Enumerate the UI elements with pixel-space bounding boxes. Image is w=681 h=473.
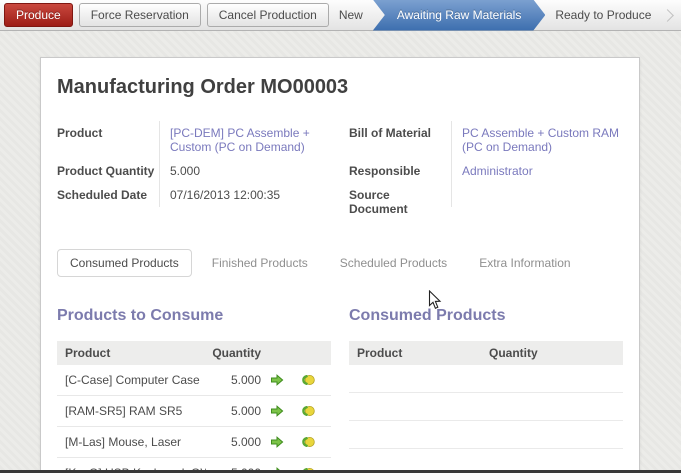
empty-row [349, 421, 623, 449]
consume-icon[interactable] [261, 435, 292, 449]
column-header-actions [261, 346, 323, 360]
notebook-tabs: Consumed Products Finished Products Sche… [57, 249, 623, 277]
responsible-value[interactable]: Administrator [451, 159, 623, 183]
scheduled-date-label: Scheduled Date [57, 183, 159, 207]
toolbar: Produce Force Reservation Cancel Product… [0, 0, 681, 31]
table-row[interactable]: [C-Case] Computer Case5.000 [57, 365, 331, 395]
cancel-production-button[interactable]: Cancel Production [207, 3, 329, 27]
quantity-cell: 5.000 [206, 404, 261, 418]
quantity-cell: 5.000 [206, 435, 261, 449]
product-cell: [C-Case] Computer Case [65, 373, 206, 387]
table-row[interactable]: [M-Las] Mouse, Laser5.000 [57, 426, 331, 457]
product-quantity-label: Product Quantity [57, 159, 159, 183]
column-header-product: Product [65, 346, 206, 360]
column-header-quantity: Quantity [206, 346, 261, 360]
consumed-products-table: Product Quantity [349, 341, 623, 449]
form-sheet: Manufacturing Order MO00003 Product [PC-… [40, 57, 640, 473]
consumed-table-body [349, 365, 623, 449]
table-row[interactable]: [RAM-SR5] RAM SR55.000 [57, 395, 331, 426]
tab-finished-products[interactable]: Finished Products [200, 250, 320, 276]
section-heading: Products to Consume [57, 307, 331, 325]
chevron-right-icon [662, 9, 675, 22]
empty-row [349, 365, 623, 393]
section-heading: Consumed Products [349, 307, 623, 325]
field-groups: Product [PC-DEM] PC Assemble + Custom (P… [57, 121, 623, 221]
consumed-products-section: Consumed Products Product Quantity [349, 307, 623, 473]
statusbar: New Awaiting Raw Materials Ready to Prod… [329, 0, 681, 31]
field-group-left: Product [PC-DEM] PC Assemble + Custom (P… [57, 121, 331, 221]
responsible-label: Responsible [349, 159, 451, 183]
bill-of-material-label: Bill of Material [349, 121, 451, 145]
column-header-quantity: Quantity [489, 346, 615, 360]
status-step-new[interactable]: New [329, 0, 373, 31]
scrap-icon[interactable] [292, 404, 323, 418]
product-value[interactable]: [PC-DEM] PC Assemble + Custom (PC on Dem… [159, 121, 331, 159]
scheduled-date-value: 07/16/2013 12:00:35 [159, 183, 331, 207]
tab-extra-information[interactable]: Extra Information [467, 250, 582, 276]
product-quantity-value: 5.000 [159, 159, 331, 183]
bill-of-material-value[interactable]: PC Assemble + Custom RAM (PC on Demand) [451, 121, 623, 159]
products-to-consume-section: Products to Consume Product Quantity [C-… [57, 307, 331, 473]
status-step-awaiting-raw-materials[interactable]: Awaiting Raw Materials [373, 0, 546, 31]
source-document-label: Source Document [349, 183, 451, 221]
scrap-icon[interactable] [292, 373, 323, 387]
table-header: Product Quantity [349, 341, 623, 365]
tab-consumed-products[interactable]: Consumed Products [57, 249, 192, 277]
scrap-icon[interactable] [292, 435, 323, 449]
action-buttons: Produce Force Reservation Cancel Product… [0, 3, 329, 27]
consume-icon[interactable] [261, 373, 292, 387]
produce-button[interactable]: Produce [4, 3, 73, 27]
status-step-ready-to-produce[interactable]: Ready to Produce [545, 0, 661, 31]
consume-table-body: [C-Case] Computer Case5.000[RAM-SR5] RAM… [57, 365, 331, 473]
column-header-product: Product [357, 346, 489, 360]
page-title: Manufacturing Order MO00003 [57, 76, 623, 99]
tab-scheduled-products[interactable]: Scheduled Products [328, 250, 459, 276]
product-label: Product [57, 121, 159, 145]
empty-row [349, 393, 623, 421]
field-group-right: Bill of Material PC Assemble + Custom RA… [349, 121, 623, 221]
product-cell: [M-Las] Mouse, Laser [65, 435, 206, 449]
source-document-value[interactable] [451, 183, 623, 207]
product-cell: [RAM-SR5] RAM SR5 [65, 404, 206, 418]
table-header: Product Quantity [57, 341, 331, 365]
status-step-production-started[interactable]: Production Started [674, 0, 681, 31]
force-reservation-button[interactable]: Force Reservation [79, 3, 201, 27]
tab-content: Products to Consume Product Quantity [C-… [57, 307, 623, 473]
products-to-consume-table: Product Quantity [C-Case] Computer Case5… [57, 341, 331, 473]
quantity-cell: 5.000 [206, 373, 261, 387]
consume-icon[interactable] [261, 404, 292, 418]
